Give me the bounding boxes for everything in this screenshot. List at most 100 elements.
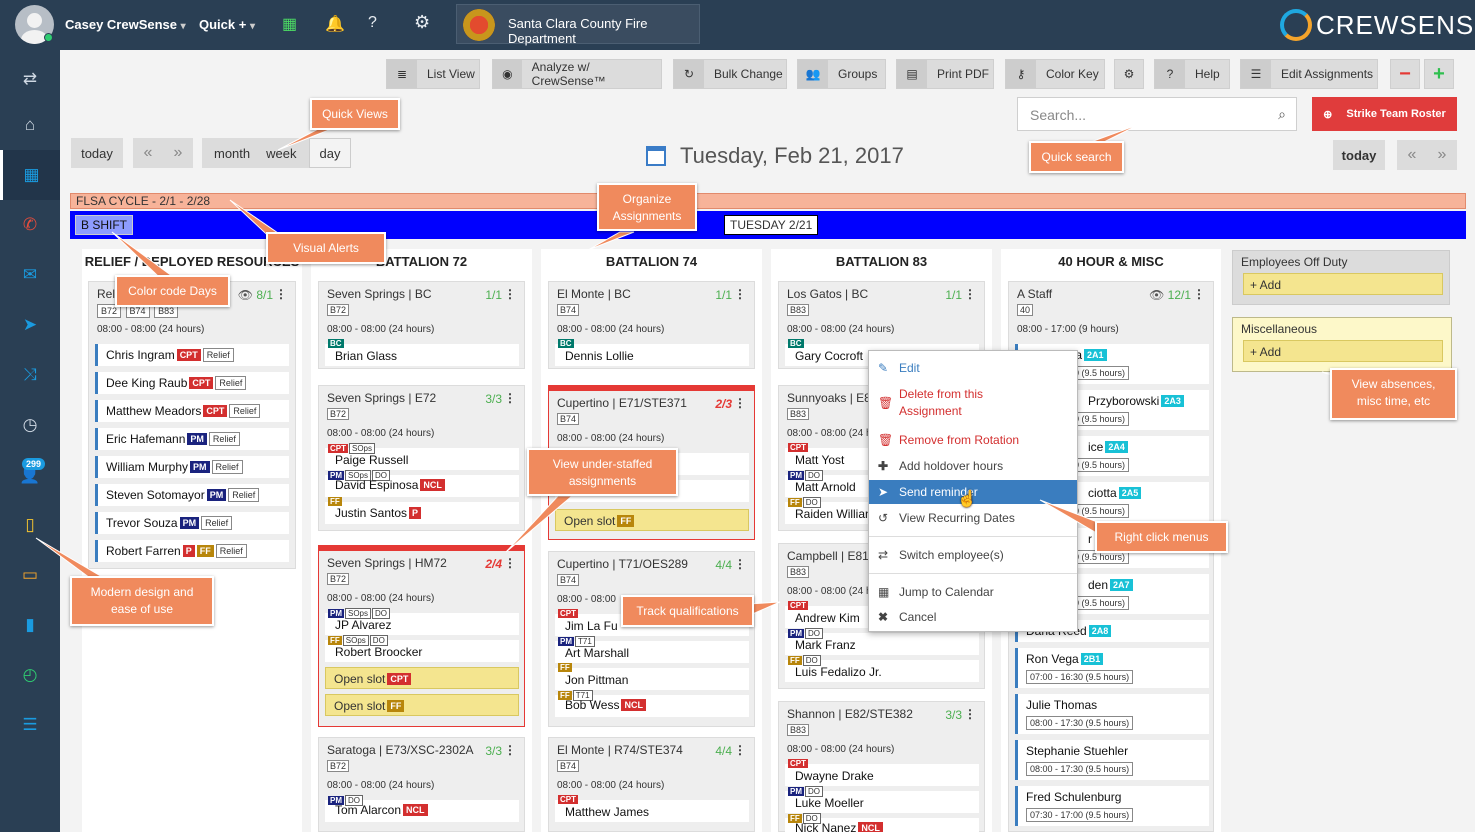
quick-add-menu[interactable]: Quick + ▾ (199, 17, 255, 32)
calendar-icon[interactable]: ▦ (282, 14, 297, 34)
sidebar-item-home[interactable]: ⌂ (0, 100, 60, 150)
sidebar-item-switch[interactable]: ⇄ (0, 54, 60, 104)
list-item[interactable]: Trevor Souza PM Relief (95, 512, 289, 534)
sidebar-item-server[interactable]: ☰ (0, 700, 60, 750)
gears-icon[interactable]: ⚙ (414, 12, 430, 33)
card-menu-icon[interactable]: ⋮ (734, 743, 746, 757)
list-item[interactable]: FF T71 Bob Wess NCL (555, 690, 749, 717)
list-item[interactable]: Chris Ingram CPT Relief (95, 344, 289, 366)
sidebar-item-folders[interactable]: ▭ (0, 550, 60, 600)
assignment-card[interactable]: Saratoga | E73/XSC-2302A 3/3 ⋮ B72 08:00… (318, 737, 525, 832)
menu-item-remove-rotation[interactable]: 🗑 Remove from Rotation (869, 428, 1077, 452)
assignment-card-understaffed[interactable]: Seven Springs | HM72 2/4 ⋮ B72 08:00 - 0… (318, 545, 525, 727)
sidebar-item-history[interactable]: ◴ (0, 650, 60, 700)
assignment-card[interactable]: El Monte | R74/STE374 4/4 ⋮ B74 08:00 - … (548, 737, 755, 832)
groups-button[interactable]: 👥 Groups (797, 59, 886, 89)
help-icon[interactable]: ? (368, 14, 377, 32)
assignment-card[interactable]: Shannon | E82/STE382 3/3 ⋮ B83 08:00 - 0… (778, 701, 985, 832)
list-item[interactable]: Dee King Raub CPT Relief (95, 372, 289, 394)
list-item[interactable]: FF DO Luis Fedalizo Jr. (785, 655, 979, 682)
sidebar-item-documents[interactable]: ▯ (0, 500, 60, 550)
card-menu-icon[interactable]: ⋮ (964, 707, 976, 721)
zoom-in-button[interactable]: + (1424, 59, 1454, 89)
sidebar-item-shuffle[interactable]: ⤨ (0, 350, 60, 400)
card-menu-icon[interactable]: ⋮ (734, 396, 746, 410)
list-item[interactable]: Fred Schulenburg 07:30 - 17:00 (9.5 hours… (1015, 786, 1209, 826)
card-menu-icon[interactable]: ⋮ (275, 287, 287, 301)
bell-icon[interactable]: 🔔 (325, 14, 345, 34)
prev-button[interactable]: « (144, 144, 153, 162)
strike-team-roster-button[interactable]: ⊕ Strike Team Roster (1312, 97, 1457, 131)
today-button-right[interactable]: today (1333, 140, 1385, 170)
list-item[interactable]: PM DO Luke Moeller (785, 786, 979, 813)
card-menu-icon[interactable]: ⋮ (504, 287, 516, 301)
sidebar-item-users[interactable]: 👤 299 (0, 450, 60, 500)
search-icon[interactable]: ⌕ (1278, 106, 1286, 123)
help-button[interactable]: ? Help (1154, 59, 1230, 89)
menu-item-cancel[interactable]: ✖ Cancel (869, 605, 1077, 629)
print-pdf-button[interactable]: ▤ Print PDF (896, 59, 994, 89)
menu-item-edit[interactable]: ✎ Edit (869, 356, 1077, 380)
list-item[interactable]: Steven Sotomayor PM Relief (95, 484, 289, 506)
list-item[interactable]: PM T71 Art Marshall (555, 636, 749, 663)
card-menu-icon[interactable]: ⋮ (504, 556, 516, 570)
list-item[interactable]: FF DO Nick Nanez NCL (785, 813, 979, 832)
search-input[interactable]: Search... ⌕ (1017, 97, 1297, 131)
list-item[interactable]: William Murphy PM Relief (95, 456, 289, 478)
bulk-change-button[interactable]: ↻ Bulk Change (673, 59, 787, 89)
list-item[interactable]: Matthew Meadors CPT Relief (95, 400, 289, 422)
zoom-out-button[interactable]: − (1390, 59, 1420, 89)
menu-item-recurring[interactable]: ↺ View Recurring Dates (869, 506, 1077, 530)
list-item[interactable]: PM DO Mark Franz (785, 628, 979, 655)
list-item[interactable]: Ron Vega 2B1 07:00 - 16:30 (9.5 hours) (1015, 648, 1209, 688)
color-key-button[interactable]: ⚷ Color Key (1005, 59, 1105, 89)
sidebar-item-reports[interactable]: ▮ (0, 600, 60, 650)
list-item[interactable]: Julie Thomas 08:00 - 17:30 (9.5 hours) (1015, 694, 1209, 734)
assignment-card[interactable]: Seven Springs | BC 1/1 ⋮ B72 08:00 - 08:… (318, 281, 525, 369)
assignment-card[interactable]: Rel 👁 8/1 ⋮ B72 B74 B83 08:00 - 08:00 (2… (88, 281, 296, 569)
settings-button[interactable]: ⚙ (1114, 59, 1144, 89)
menu-item-holdover[interactable]: ✚ Add holdover hours (869, 454, 1077, 478)
list-item[interactable]: FF Justin Santos P (325, 497, 519, 524)
open-slot[interactable]: Open slot FF (555, 509, 749, 531)
add-misc-button[interactable]: + Add (1243, 340, 1443, 362)
list-item[interactable]: FF Jon Pittman (555, 663, 749, 690)
assignment-card[interactable]: El Monte | BC 1/1 ⋮ B74 08:00 - 08:00 (2… (548, 281, 755, 369)
card-menu-icon[interactable]: ⋮ (504, 743, 516, 757)
add-off-duty-button[interactable]: + Add (1243, 273, 1443, 295)
list-item[interactable]: BC Brian Glass (325, 339, 519, 366)
sidebar-item-timeclock[interactable]: ◷ (0, 400, 60, 450)
list-item[interactable]: PM DO Tom Alarcon NCL (325, 795, 519, 822)
card-menu-icon[interactable]: ⋮ (1193, 287, 1205, 301)
list-item[interactable]: CPT Matthew James (555, 795, 749, 822)
today-button[interactable]: today (71, 138, 123, 168)
sidebar-item-callback[interactable]: ✆ (0, 200, 60, 250)
menu-item-delete[interactable]: 🗑 Delete from this Assignment (869, 382, 1077, 426)
list-item[interactable]: PM SOps DO JP Alvarez (325, 608, 519, 635)
assignment-card[interactable]: Seven Springs | E72 3/3 ⋮ B72 08:00 - 08… (318, 385, 525, 531)
edit-assignments-button[interactable]: ☰ Edit Assignments (1240, 59, 1378, 89)
analyze-button[interactable]: ◉ Analyze w/ CrewSense™ (492, 59, 662, 89)
sidebar-item-send[interactable]: ➤ (0, 300, 60, 350)
list-item[interactable]: PM SOps DO David Espinosa NCL (325, 470, 519, 497)
department-switcher[interactable]: Santa Clara County Fire Department (456, 4, 700, 46)
menu-item-jump-calendar[interactable]: ▦ Jump to Calendar (869, 580, 1077, 604)
view-day-button[interactable]: day (308, 138, 352, 168)
list-view-button[interactable]: ≣ List View (386, 59, 480, 89)
card-menu-icon[interactable]: ⋮ (964, 287, 976, 301)
list-item[interactable]: BC Dennis Lollie (555, 339, 749, 366)
user-menu[interactable]: Casey CrewSense ▾ (65, 17, 186, 32)
list-item[interactable]: CPT SOps Paige Russell (325, 443, 519, 470)
open-slot[interactable]: Open slot CPT (325, 667, 519, 689)
list-item[interactable]: CPT Dwayne Drake (785, 759, 979, 786)
open-slot[interactable]: Open slot FF (325, 694, 519, 716)
card-menu-icon[interactable]: ⋮ (504, 391, 516, 405)
next-button[interactable]: » (1438, 146, 1447, 164)
prev-button[interactable]: « (1408, 146, 1417, 164)
sidebar-item-messages[interactable]: ✉ (0, 250, 60, 300)
assignment-card[interactable]: Cupertino | T71/OES289 4/4 ⋮ B74 08:00 -… (548, 551, 755, 727)
list-item[interactable]: Stephanie Stuehler 08:00 - 17:30 (9.5 hou… (1015, 740, 1209, 780)
shift-chip[interactable]: B SHIFT (75, 215, 134, 235)
view-week-button[interactable]: week (262, 146, 300, 161)
card-menu-icon[interactable]: ⋮ (734, 287, 746, 301)
